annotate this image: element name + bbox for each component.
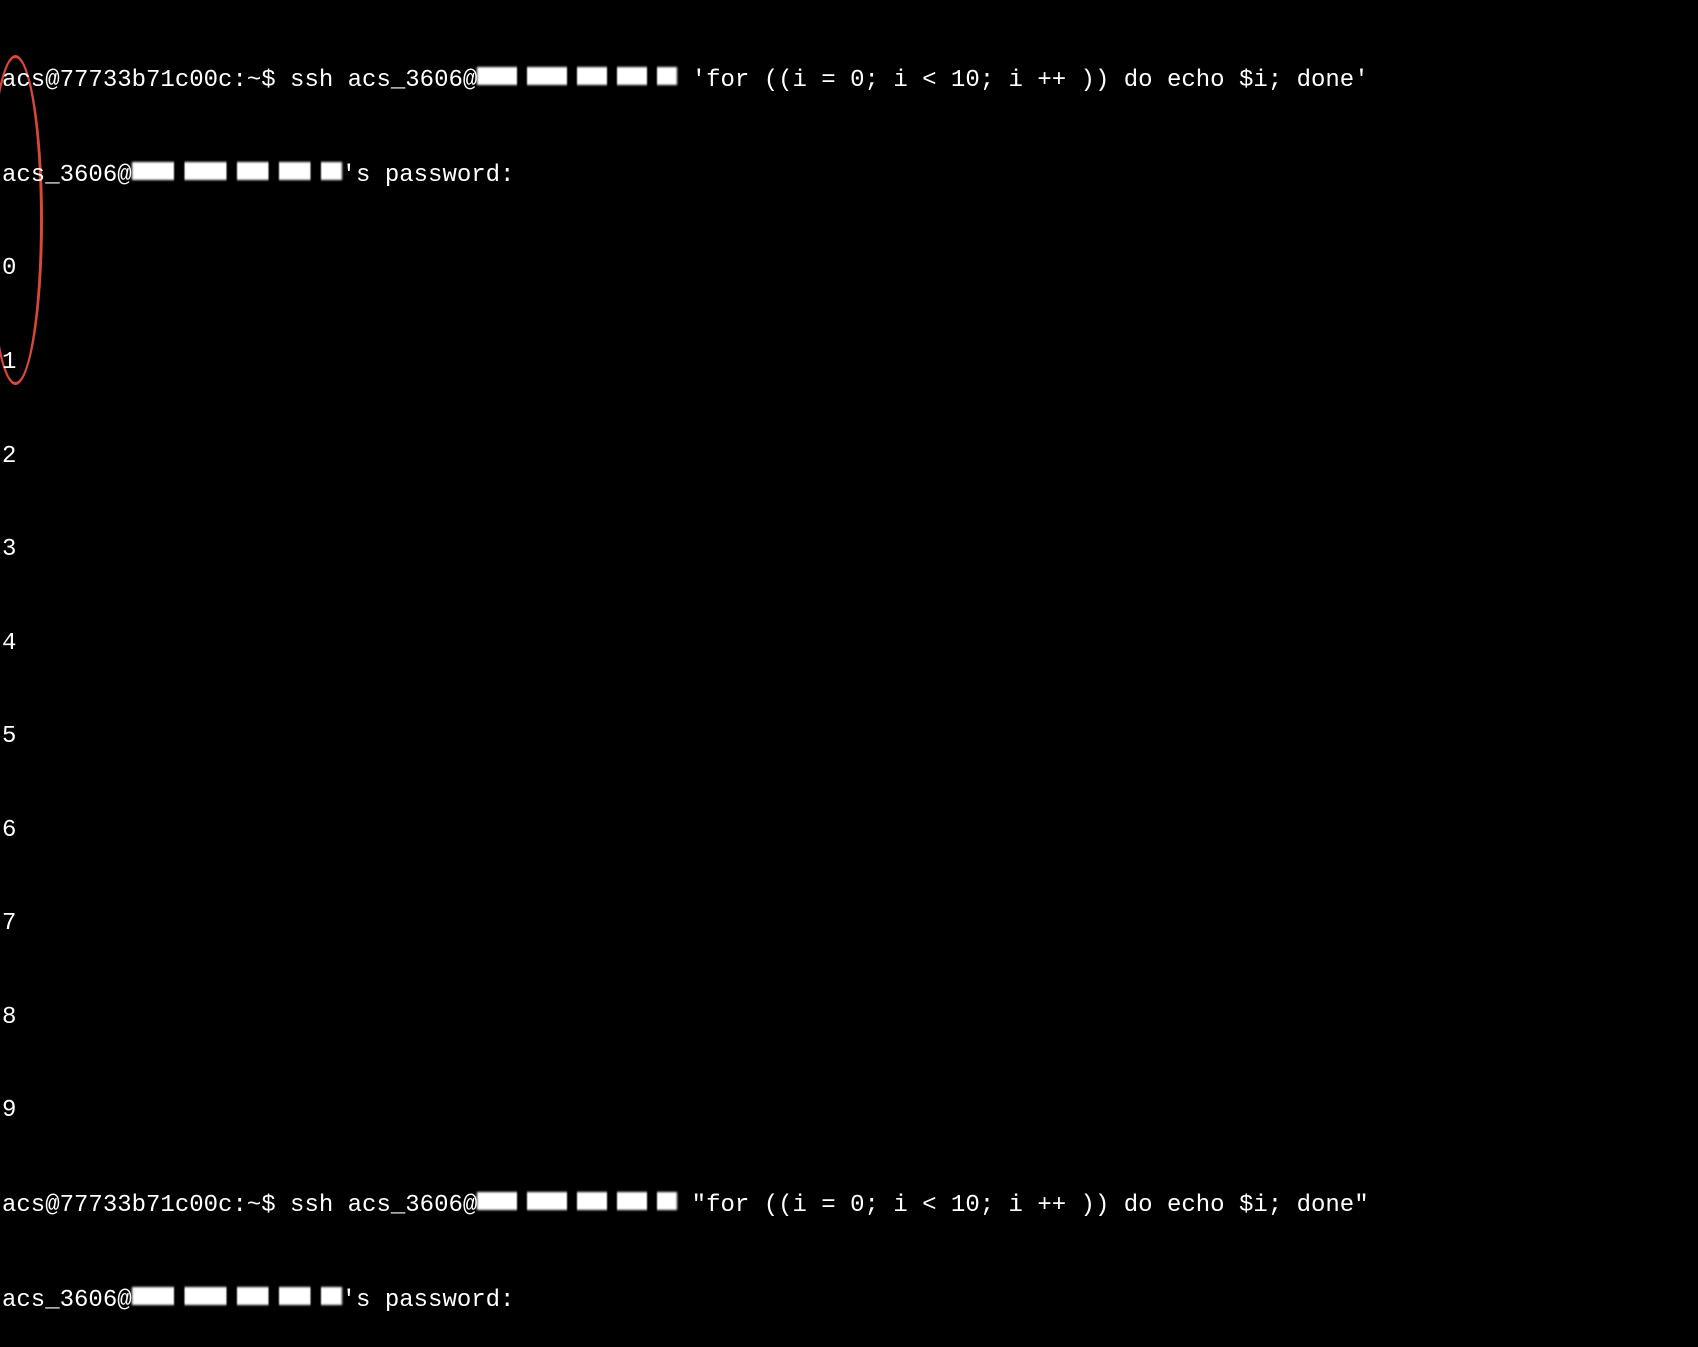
prompt: acs@77733b71c00c:~$ [2,1192,290,1219]
ssh-command-end: "for ((i = 0; i < 10; i ++ )) do echo $i… [677,1192,1368,1219]
ssh-command-end: 'for ((i = 0; i < 10; i ++ )) do echo $i… [677,67,1368,94]
output-line: 3 [2,534,1696,565]
output-line: 6 [2,815,1696,846]
prompt: acs@77733b71c00c:~$ [2,67,290,94]
terminal-output[interactable]: acs@77733b71c00c:~$ ssh acs_3606@ 'for (… [2,2,1696,1347]
output-line: 9 [2,1095,1696,1126]
output-line: 1 [2,347,1696,378]
output-line: 4 [2,628,1696,659]
ssh-command-start: ssh acs_3606@ [290,1192,477,1219]
redacted-host-icon [132,1284,342,1315]
command-line-2: acs@77733b71c00c:~$ ssh acs_3606@ "for (… [2,1189,1696,1221]
pw-user: acs_3606@ [2,162,132,189]
pw-suffix: 's password: [342,1286,515,1313]
output-line: 7 [2,908,1696,939]
password-prompt-2: acs_3606@ 's password: [2,1284,1696,1316]
output-line: 8 [2,1002,1696,1033]
output-line: 2 [2,441,1696,472]
output-line: 0 [2,253,1696,284]
ssh-command-start: ssh acs_3606@ [290,67,477,94]
output-line: 5 [2,721,1696,752]
pw-user: acs_3606@ [2,1286,132,1313]
password-prompt-1: acs_3606@ 's password: [2,159,1696,191]
redacted-host-icon [477,1189,677,1220]
redacted-host-icon [477,64,677,95]
pw-suffix: 's password: [342,162,515,189]
redacted-host-icon [132,159,342,190]
command-line-1: acs@77733b71c00c:~$ ssh acs_3606@ 'for (… [2,64,1696,96]
